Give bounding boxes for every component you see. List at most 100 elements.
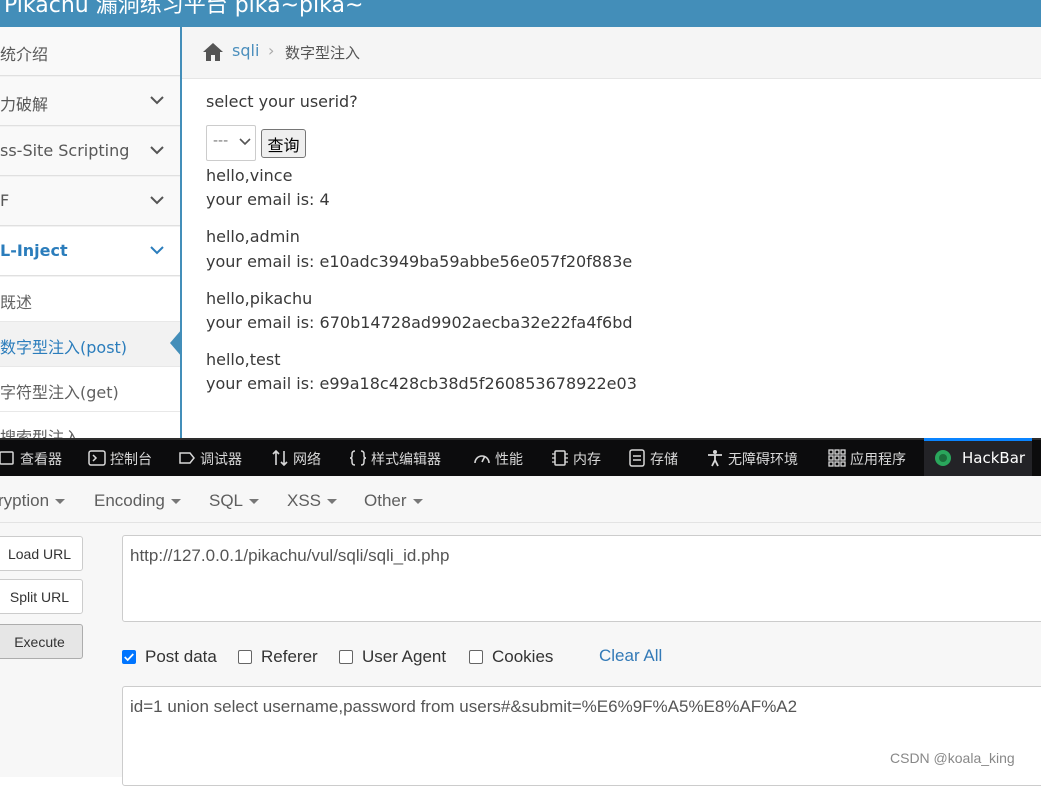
result-email: your email is: 4 xyxy=(206,190,330,209)
main-content: select your userid? --- 查询 hello,vince y… xyxy=(182,79,1041,438)
menu-label: Other xyxy=(364,491,407,510)
cookies-checkbox[interactable]: Cookies xyxy=(469,647,553,667)
userid-prompt: select your userid? xyxy=(206,92,358,111)
menu-label: XSS xyxy=(287,491,322,510)
network-icon xyxy=(272,449,288,467)
application-icon xyxy=(828,449,846,467)
execute-button[interactable]: Execute xyxy=(0,624,83,659)
devtools-tab-hackbar[interactable]: HackBar xyxy=(924,438,1032,479)
app-title: Pikachu 漏洞练习平台 pika~pika~ xyxy=(4,0,364,18)
chevron-down-icon xyxy=(150,146,164,155)
sidebar-item-xss[interactable]: ss-Site Scripting xyxy=(0,127,180,176)
result-hello: hello,test xyxy=(206,350,281,369)
result-email: your email is: e10adc3949ba59abbe56e057f… xyxy=(206,252,633,271)
breadcrumb-link-sqli[interactable]: sqli xyxy=(232,41,259,60)
result-hello: hello,vince xyxy=(206,166,293,185)
devtools-tab-label: 内存 xyxy=(573,452,601,468)
post-data-text: id=1 union select username,password from… xyxy=(130,697,798,716)
result-hello: hello,pikachu xyxy=(206,289,313,308)
sidebar-subitem-search-injection[interactable]: 搜索型注入 xyxy=(0,412,180,438)
result-email: your email is: 670b14728ad9902aecba32e22… xyxy=(206,313,633,332)
load-url-button[interactable]: Load URL xyxy=(0,536,83,571)
console-icon xyxy=(88,450,106,466)
devtools-tab-label: 样式编辑器 xyxy=(371,452,441,468)
devtools-tab-label: 无障碍环境 xyxy=(728,452,798,468)
menu-other[interactable]: Other xyxy=(364,491,423,511)
caret-down-icon xyxy=(412,499,423,505)
breadcrumb-separator: › xyxy=(268,41,275,60)
menu-encryption[interactable]: ryption xyxy=(0,491,66,511)
sidebar-subitem-label: 搜索型注入 xyxy=(0,428,81,438)
devtools-tab-label: 存储 xyxy=(650,452,678,468)
menu-xss[interactable]: XSS xyxy=(287,491,338,511)
caret-down-icon xyxy=(249,499,260,505)
chevron-down-icon xyxy=(150,196,164,205)
query-button[interactable]: 查询 xyxy=(261,129,306,158)
clear-all-link[interactable]: Clear All xyxy=(599,646,662,666)
sidebar-item-intro[interactable]: 统介绍 xyxy=(0,27,180,76)
userid-select-value: --- xyxy=(213,133,229,149)
checkbox-icon xyxy=(238,650,252,664)
sidebar-item-label: F xyxy=(0,191,10,210)
devtools-toolbar: 查看器 控制台 调试器 网络 样式编辑器 性能 内存 存储 无障碍环境 应用程序… xyxy=(0,438,1041,479)
sidebar-item-label: 统介绍 xyxy=(0,45,49,64)
sidebar-subitem-overview[interactable]: 既述 xyxy=(0,277,180,322)
checkbox-icon xyxy=(339,650,353,664)
hackbar-panel: ryption Encoding SQL XSS Other Load URL … xyxy=(0,476,1041,786)
post-data-checkbox[interactable]: Post data xyxy=(122,647,217,667)
debugger-icon xyxy=(179,452,195,464)
sidebar-item-label: L-Inject xyxy=(0,241,68,260)
devtools-tab-label: 网络 xyxy=(293,452,321,468)
checkbox-label: Post data xyxy=(145,647,217,666)
checkbox-label: Referer xyxy=(261,647,318,666)
caret-down-icon xyxy=(55,499,66,505)
hackbar-menu: ryption Encoding SQL XSS Other xyxy=(0,476,1041,523)
checkbox-icon xyxy=(469,650,483,664)
result-email: your email is: e99a18c428cb38d5f26085367… xyxy=(206,374,637,393)
sidebar-item-label: ss-Site Scripting xyxy=(0,141,130,160)
menu-encoding[interactable]: Encoding xyxy=(94,491,181,511)
devtools-tab-label: 调试器 xyxy=(200,452,242,468)
sidebar-subitem-numeric-injection[interactable]: 数字型注入(post) xyxy=(0,322,180,367)
sidebar-subitem-label: 字符型注入(get) xyxy=(0,383,119,402)
menu-label: ryption xyxy=(0,491,50,510)
execute-label: Execute xyxy=(14,633,65,650)
memory-icon xyxy=(552,450,568,466)
sidebar-item-burteforce[interactable]: 力破解 xyxy=(0,77,180,126)
sidebar: 统介绍 力破解 ss-Site Scripting F L-Inject 既述 … xyxy=(0,27,182,438)
sidebar-subitem-label: 数字型注入(post) xyxy=(0,338,128,357)
home-icon[interactable] xyxy=(202,42,224,62)
menu-label: Encoding xyxy=(94,491,165,510)
caret-down-icon xyxy=(170,499,181,505)
accessibility-icon xyxy=(708,450,722,467)
caret-down-icon xyxy=(327,499,338,505)
breadcrumb-current: 数字型注入 xyxy=(285,44,361,62)
sidebar-subitem-label: 既述 xyxy=(0,293,33,312)
sidebar-item-csrf[interactable]: F xyxy=(0,177,180,226)
devtools-tab-label: 性能 xyxy=(495,452,523,468)
sidebar-item-sqli[interactable]: L-Inject xyxy=(0,227,180,276)
user-agent-checkbox[interactable]: User Agent xyxy=(339,647,446,667)
watermark: CSDN @koala_king xyxy=(890,750,1015,766)
checkbox-label: User Agent xyxy=(362,647,447,666)
checkbox-label: Cookies xyxy=(492,647,554,666)
split-url-button[interactable]: Split URL xyxy=(0,579,83,614)
result-hello: hello,admin xyxy=(206,227,300,246)
menu-label: SQL xyxy=(209,491,244,510)
userid-select[interactable]: --- xyxy=(206,125,256,161)
devtools-tab-label: HackBar xyxy=(962,449,1026,467)
post-data-textarea[interactable]: id=1 union select username,password from… xyxy=(122,686,1041,786)
chevron-down-icon xyxy=(239,138,251,146)
devtools-tab-label: 查看器 xyxy=(20,452,62,468)
checkbox-checked-icon xyxy=(122,650,136,664)
url-textarea[interactable]: http://127.0.0.1/pikachu/vul/sqli/sqli_i… xyxy=(122,535,1041,622)
performance-icon xyxy=(474,455,490,464)
sidebar-subitem-string-injection[interactable]: 字符型注入(get) xyxy=(0,367,180,412)
sidebar-item-label: 力破解 xyxy=(0,95,49,114)
storage-icon xyxy=(629,449,645,467)
chevron-down-icon xyxy=(150,96,164,105)
devtools-tab-label: 应用程序 xyxy=(850,452,906,468)
referer-checkbox[interactable]: Referer xyxy=(238,647,318,667)
devtools-tab-label: 控制台 xyxy=(110,452,152,468)
menu-sql[interactable]: SQL xyxy=(209,491,260,511)
